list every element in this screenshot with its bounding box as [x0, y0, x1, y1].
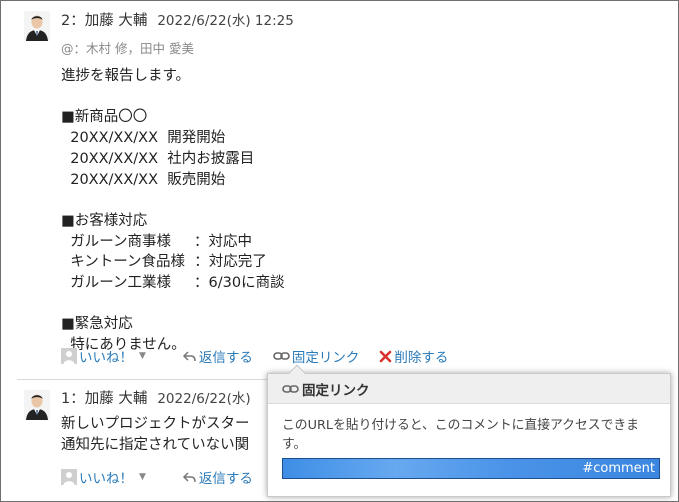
reply-button[interactable]: 返信する [182, 346, 253, 366]
reply-icon [182, 471, 196, 482]
popup-title: 固定リンク [302, 382, 370, 399]
comment-header: 2：加藤 大輔 2022/6/22(水) 12:25 [61, 9, 294, 30]
permalink-url-field[interactable]: #comment [282, 458, 660, 479]
like-label: いいね！ [79, 350, 133, 366]
like-button[interactable]: いいね！ ▼ [61, 467, 166, 487]
permalink-button[interactable]: 固定リンク [273, 346, 360, 366]
like-label: いいね！ [79, 471, 133, 487]
comment-body: 進捗を報告します。 ■新商品〇〇 20XX/XX/XX 開発開始 20XX/XX… [61, 68, 285, 354]
delete-label: 削除する [394, 350, 449, 366]
link-icon [282, 384, 299, 393]
user-icon [61, 348, 77, 364]
comment-actions: いいね！ ▼ 返信する [61, 467, 269, 487]
avatar[interactable] [24, 11, 50, 41]
reply-label: 返信する [198, 471, 253, 487]
comment-actions: いいね！ ▼ 返信する 固定リンク 削除する [61, 346, 464, 366]
delete-button[interactable]: 削除する [379, 346, 448, 366]
comment-number: 2 [61, 13, 71, 29]
reply-button[interactable]: 返信する [182, 467, 253, 487]
colon: ： [70, 13, 85, 29]
popup-description: このURLを貼り付けると、このコメントに直接アクセスできます。 [282, 418, 639, 452]
user-icon [61, 469, 77, 485]
link-icon [273, 352, 290, 360]
permalink-popup: 固定リンク このURLを貼り付けると、このコメントに直接アクセスできます。 #c… [267, 373, 671, 497]
mention-recipients: @：木村 修，田中 愛美 [61, 41, 194, 56]
popup-header: 固定リンク [268, 374, 670, 404]
comment-body: 新しいプロジェクトがスター 通知先に指定されていない関 [61, 416, 250, 453]
comment-header: 1：加藤 大輔 2022/6/22(水) [61, 387, 251, 408]
chevron-down-icon[interactable]: ▼ [139, 351, 146, 361]
reply-icon [182, 350, 196, 361]
permalink-label: 固定リンク [291, 350, 360, 366]
comment-author[interactable]: 加藤 大輔 [85, 391, 148, 407]
colon: ： [70, 391, 85, 407]
avatar[interactable] [24, 390, 50, 420]
comment-author[interactable]: 加藤 大輔 [85, 13, 148, 29]
reply-label: 返信する [198, 350, 253, 366]
comment-date: 2022/6/22(水) 12:25 [157, 13, 294, 29]
delete-icon [380, 350, 392, 362]
comment-number: 1 [61, 391, 71, 407]
comment-thread: 2：加藤 大輔 2022/6/22(水) 12:25 @：木村 修，田中 愛美 進… [0, 0, 679, 502]
chevron-down-icon[interactable]: ▼ [139, 472, 146, 482]
comment-date: 2022/6/22(水) [157, 391, 251, 407]
like-button[interactable]: いいね！ ▼ [61, 346, 166, 366]
